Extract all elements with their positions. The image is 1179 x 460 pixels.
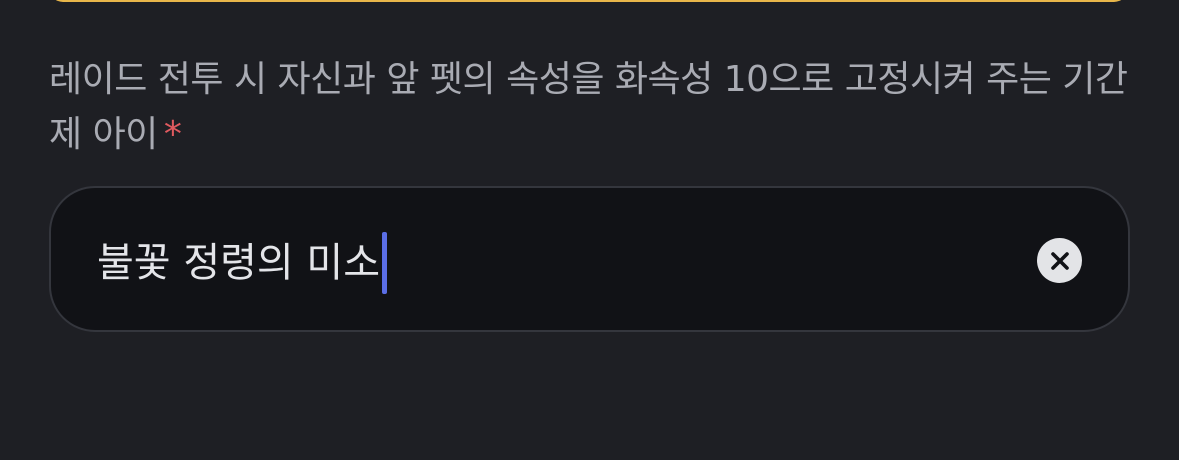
field-label-text: 레이드 전투 시 자신과 앞 펫의 속성을 화속성 10으로 고정시켜 주는 기…: [49, 59, 1128, 155]
form-screen: 레이드 전투 시 자신과 앞 펫의 속성을 화속성 10으로 고정시켜 주는 기…: [0, 0, 1179, 460]
text-caret: [382, 232, 388, 294]
input-text-container[interactable]: 불꽃 정령의 미소: [97, 232, 388, 294]
item-name-input[interactable]: 불꽃 정령의 미소: [49, 186, 1130, 332]
previous-input-field[interactable]: [49, 0, 1128, 2]
field-label: 레이드 전투 시 자신과 앞 펫의 속성을 화속성 10으로 고정시켜 주는 기…: [49, 52, 1139, 162]
clear-input-button[interactable]: [1037, 238, 1082, 283]
close-circle-icon: [1049, 250, 1071, 272]
input-value[interactable]: 불꽃 정령의 미소: [97, 235, 380, 291]
required-asterisk: *: [163, 114, 182, 155]
